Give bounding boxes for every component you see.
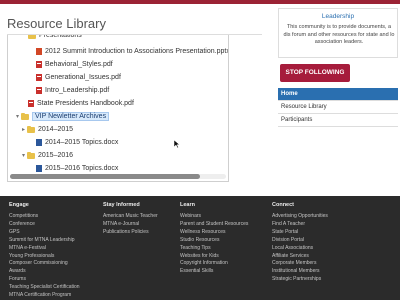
- doc-icon: [36, 165, 42, 172]
- footer-link[interactable]: Advertising Opportunities: [272, 213, 328, 221]
- footer-link[interactable]: Summit for MTNA Leadership: [9, 237, 80, 245]
- footer-column-learn: Learn Webinars Parent and Student Resource…: [180, 202, 248, 276]
- footer-link[interactable]: Publications Policies: [103, 229, 158, 237]
- footer-column-stay-informed: Stay Informed American Music Teacher MTNA …: [103, 202, 158, 237]
- footer-heading: Stay Informed: [103, 202, 140, 208]
- footer-link[interactable]: Strategic Partnerships: [272, 276, 328, 284]
- footer-link[interactable]: Find A Teacher: [272, 221, 328, 229]
- doc-icon: [36, 139, 42, 146]
- footer-heading: Engage: [9, 202, 29, 208]
- footer-link[interactable]: Parent and Student Resources: [180, 221, 248, 229]
- footer-link[interactable]: MTNA e-Festival: [9, 245, 80, 253]
- nav-item-participants[interactable]: Participants: [278, 114, 398, 127]
- footer-link[interactable]: Copyright Information: [180, 260, 248, 268]
- footer-heading: Connect: [272, 202, 294, 208]
- mouse-cursor-icon: [174, 140, 180, 148]
- footer-link[interactable]: Teaching Tips: [180, 245, 248, 253]
- footer-heading: Learn: [180, 202, 195, 208]
- tree-item[interactable]: Intro_Leadership.pdf: [36, 85, 109, 96]
- collapse-arrow-icon[interactable]: ▸: [20, 126, 27, 133]
- footer-link[interactable]: Local Associations: [272, 245, 328, 253]
- footer-column-engage: Engage Competitions Conference GPS Summit fo…: [9, 202, 80, 300]
- tree-item-label: Intro_Leadership.pdf: [45, 87, 110, 94]
- tree-item-label: Generational_Issues.pdf: [45, 74, 121, 81]
- tree-item[interactable]: ▸ 2014–2015: [20, 124, 73, 135]
- pdf-icon: [36, 61, 42, 68]
- tree-item-label: 2014–2015: [38, 126, 74, 133]
- footer-link[interactable]: Institutional Members: [272, 268, 328, 276]
- footer-link[interactable]: Teaching Specialist Certification: [9, 284, 80, 292]
- footer-link[interactable]: Composer Commissioning: [9, 260, 80, 268]
- footer-link[interactable]: Websites for Kids: [180, 253, 248, 261]
- community-title[interactable]: Leadership: [279, 13, 397, 20]
- stop-following-button[interactable]: STOP FOLLOWING: [280, 64, 350, 82]
- community-info-box: Leadership This community is to provide …: [278, 8, 398, 58]
- nav-item-home[interactable]: Home: [278, 88, 398, 101]
- footer-link[interactable]: Young Professionals: [9, 253, 80, 261]
- footer-link[interactable]: Wellness Resources: [180, 229, 248, 237]
- tree-item[interactable]: Generational_Issues.pdf: [36, 72, 121, 83]
- footer-link[interactable]: State Portal: [272, 229, 328, 237]
- scrollbar-thumb[interactable]: [10, 174, 200, 179]
- footer-column-connect: Connect Advertising Opportunities Find A T…: [272, 202, 328, 284]
- expand-arrow-icon[interactable]: ▾: [20, 152, 27, 159]
- community-nav: Home Resource Library Participants: [278, 88, 398, 127]
- tree-item[interactable]: ▾ 2015–2016: [20, 150, 73, 161]
- tree-item-label: 2014–2015 Topics.docx: [45, 139, 119, 146]
- tree-item[interactable]: Behavioral_Styles.pdf: [36, 59, 113, 70]
- community-description: This community is to provide documents, …: [283, 24, 395, 45]
- tree-item-label: VIP Newletter Archives: [32, 112, 110, 121]
- footer-link[interactable]: Awards: [9, 268, 80, 276]
- top-accent-bar: [0, 0, 400, 4]
- footer-link[interactable]: Forums: [9, 276, 80, 284]
- footer-link[interactable]: Essential Skills: [180, 268, 248, 276]
- footer-link[interactable]: MTNA Certification Program: [9, 292, 80, 300]
- footer-link[interactable]: MTNA e-Journal: [103, 221, 158, 229]
- tree-item[interactable]: ▾ VIP Newletter Archives: [14, 111, 110, 122]
- tree-item[interactable]: State Presidents Handbook.pdf: [28, 98, 134, 109]
- pdf-icon: [36, 87, 42, 94]
- footer-link[interactable]: Webinars: [180, 213, 248, 221]
- footer-link[interactable]: American Music Teacher: [103, 213, 158, 221]
- tree-item-label: State Presidents Handbook.pdf: [37, 100, 134, 107]
- footer-link[interactable]: Conference: [9, 221, 80, 229]
- footer-link[interactable]: Affiliate Services: [272, 253, 328, 261]
- site-footer: Engage Competitions Conference GPS Summit fo…: [0, 196, 400, 300]
- nav-item-resource-library[interactable]: Resource Library: [278, 101, 398, 114]
- folder-icon: [28, 35, 36, 39]
- folder-icon: [27, 125, 35, 133]
- tree-item-label: 2015–2016 Topics.docx: [45, 165, 119, 172]
- tree-item[interactable]: 2012 Summit Introduction to Associations…: [36, 46, 229, 57]
- tree-item-label: Presentations: [39, 35, 82, 39]
- tree-item-label: 2012 Summit Introduction to Associations…: [45, 48, 229, 55]
- page-title: Resource Library: [7, 16, 106, 31]
- tree-item[interactable]: 2014–2015 Topics.docx: [36, 137, 118, 148]
- footer-link[interactable]: Studio Resources: [180, 237, 248, 245]
- ppt-icon: [36, 48, 42, 55]
- tree-item-label: 2015–2016: [38, 152, 74, 159]
- footer-link[interactable]: Division Portal: [272, 237, 328, 245]
- tree-item-label: Behavioral_Styles.pdf: [45, 61, 113, 68]
- pdf-icon: [28, 100, 34, 107]
- footer-link[interactable]: Corporate Members: [272, 260, 328, 268]
- folder-icon: [27, 151, 35, 159]
- file-tree-panel[interactable]: Presentations 2012 Summit Introduction to…: [7, 35, 229, 182]
- folder-icon: [21, 112, 29, 120]
- expand-arrow-icon[interactable]: ▾: [14, 113, 21, 120]
- tree-item[interactable]: 2015–2016 Topics.docx: [36, 163, 118, 174]
- footer-link[interactable]: GPS: [9, 229, 80, 237]
- tree-item[interactable]: Presentations: [28, 35, 82, 41]
- pdf-icon: [36, 74, 42, 81]
- horizontal-scrollbar[interactable]: [10, 174, 226, 179]
- footer-link[interactable]: Competitions: [9, 213, 80, 221]
